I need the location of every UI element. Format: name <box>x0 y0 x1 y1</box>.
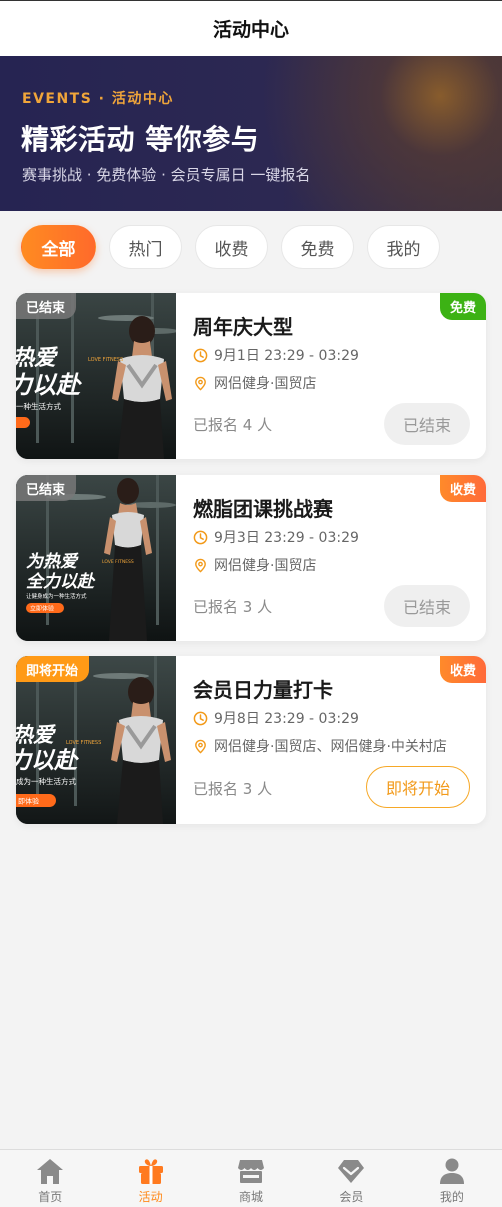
event-title: 周年庆大型 <box>193 315 293 339</box>
clock-icon <box>193 530 208 544</box>
poster-text: 一种生活方式 <box>16 401 61 411</box>
top-navbar: 活动中心 <box>0 0 502 56</box>
poster-text: LOVE FITNESS <box>66 740 101 746</box>
event-location-text: 网侣健身·国贸店 <box>214 558 317 574</box>
poster-text: 全力以赴 <box>26 572 96 592</box>
event-title: 会员日力量打卡 <box>193 678 333 702</box>
poster-text: LOVE FITNESS <box>102 559 134 565</box>
filter-mine[interactable]: 我的 <box>367 225 440 269</box>
page-title: 活动中心 <box>212 19 289 41</box>
tab-member[interactable]: 会员 <box>301 1150 401 1207</box>
filter-hot[interactable]: 热门 <box>109 225 182 269</box>
filter-paid[interactable]: 收费 <box>195 225 268 269</box>
location-pin-icon <box>195 376 206 391</box>
tab-label: 活动 <box>138 1190 163 1204</box>
event-time-text: 9月3日 23:29 - 03:29 <box>214 530 359 546</box>
poster-text: 力以赴 <box>16 371 83 399</box>
hero-title: 精彩活动 等你参与 <box>21 123 260 156</box>
poster-text: 热爱 <box>16 346 59 371</box>
event-time: 9月1日 23:29 - 03:29 <box>193 345 359 365</box>
clock-icon <box>193 348 208 362</box>
store-icon <box>238 1160 265 1183</box>
event-card[interactable]: 热爱 力以赴 成为一种生活方式 LOVE FITNESS 即体验 即将开始 收费… <box>16 656 486 824</box>
diamond-icon <box>338 1160 365 1183</box>
tab-label: 首页 <box>38 1190 63 1204</box>
hero-eyebrow: EVENTS · 活动中心 <box>22 91 174 107</box>
enrolled-count: 已报名 4 人 <box>193 416 273 434</box>
poster-text: 即体验 <box>18 797 39 806</box>
tab-profile[interactable]: 我的 <box>402 1150 502 1207</box>
tab-label: 会员 <box>339 1190 364 1204</box>
event-location-text: 网侣健身·国贸店、网侣健身·中关村店 <box>214 739 447 755</box>
poster-text: 力以赴 <box>16 748 79 774</box>
user-icon <box>439 1158 464 1184</box>
fee-badge: 免费 <box>439 293 486 320</box>
poster-text: 为热爱 <box>26 552 79 572</box>
event-card[interactable]: 热爱 力以赴 一种生活方式 LOVE FITNESS 已结束 免费 周年庆大型 … <box>16 293 486 459</box>
filter-free[interactable]: 免费 <box>281 225 354 269</box>
location-pin-icon <box>195 558 206 573</box>
event-time: 9月3日 23:29 - 03:29 <box>193 527 359 547</box>
status-badge: 已结束 <box>16 475 77 501</box>
home-icon <box>37 1159 64 1184</box>
bottom-tabbar: 首页 活动 商城 会员 我的 <box>0 1149 502 1207</box>
event-title: 燃脂团课挑战赛 <box>193 497 333 521</box>
event-location-text: 网侣健身·国贸店 <box>214 376 317 392</box>
event-time: 9月8日 23:29 - 03:29 <box>193 708 359 728</box>
poster-text: 成为一种生活方式 <box>16 776 76 786</box>
gift-icon <box>138 1159 163 1184</box>
event-action-button[interactable]: 即将开始 <box>366 766 470 808</box>
fee-badge: 收费 <box>439 656 486 683</box>
event-location: 网侣健身·国贸店、网侣健身·中关村店 <box>193 736 447 756</box>
location-pin-icon <box>195 739 206 754</box>
poster-text: LOVE FITNESS <box>88 357 123 363</box>
filter-all[interactable]: 全部 <box>21 225 96 269</box>
hero-subtitle: 赛事挑战 · 免费体验 · 会员专属日 一键报名 <box>22 166 311 184</box>
event-location: 网侣健身·国贸店 <box>193 373 316 393</box>
event-card[interactable]: 为热爱 全力以赴 让健身成为一种生活方式 LOVE FITNESS 立即体验 已… <box>16 475 486 641</box>
event-time-text: 9月1日 23:29 - 03:29 <box>214 348 359 364</box>
event-location: 网侣健身·国贸店 <box>193 555 316 575</box>
enrolled-count: 已报名 3 人 <box>193 598 273 616</box>
poster-text: 热爱 <box>16 723 56 747</box>
status-badge: 即将开始 <box>16 656 90 682</box>
tab-home[interactable]: 首页 <box>0 1150 100 1207</box>
clock-icon <box>193 711 208 725</box>
tab-store[interactable]: 商城 <box>201 1150 301 1207</box>
poster-text: 立即体验 <box>30 605 54 613</box>
event-action-button[interactable]: 已结束 <box>384 403 470 445</box>
poster-text: 让健身成为一种生活方式 <box>26 592 87 600</box>
hero-banner: EVENTS · 活动中心 精彩活动 等你参与 赛事挑战 · 免费体验 · 会员… <box>0 56 502 211</box>
event-time-text: 9月8日 23:29 - 03:29 <box>214 711 359 727</box>
enrolled-count: 已报名 3 人 <box>193 780 273 798</box>
filter-bar: 全部 热门 收费 免费 我的 <box>21 225 440 269</box>
tab-label: 商城 <box>239 1190 264 1204</box>
tab-events[interactable]: 活动 <box>100 1150 200 1207</box>
tab-label: 我的 <box>439 1190 464 1204</box>
status-badge: 已结束 <box>16 293 77 319</box>
event-action-button[interactable]: 已结束 <box>384 585 470 627</box>
fee-badge: 收费 <box>439 475 486 502</box>
